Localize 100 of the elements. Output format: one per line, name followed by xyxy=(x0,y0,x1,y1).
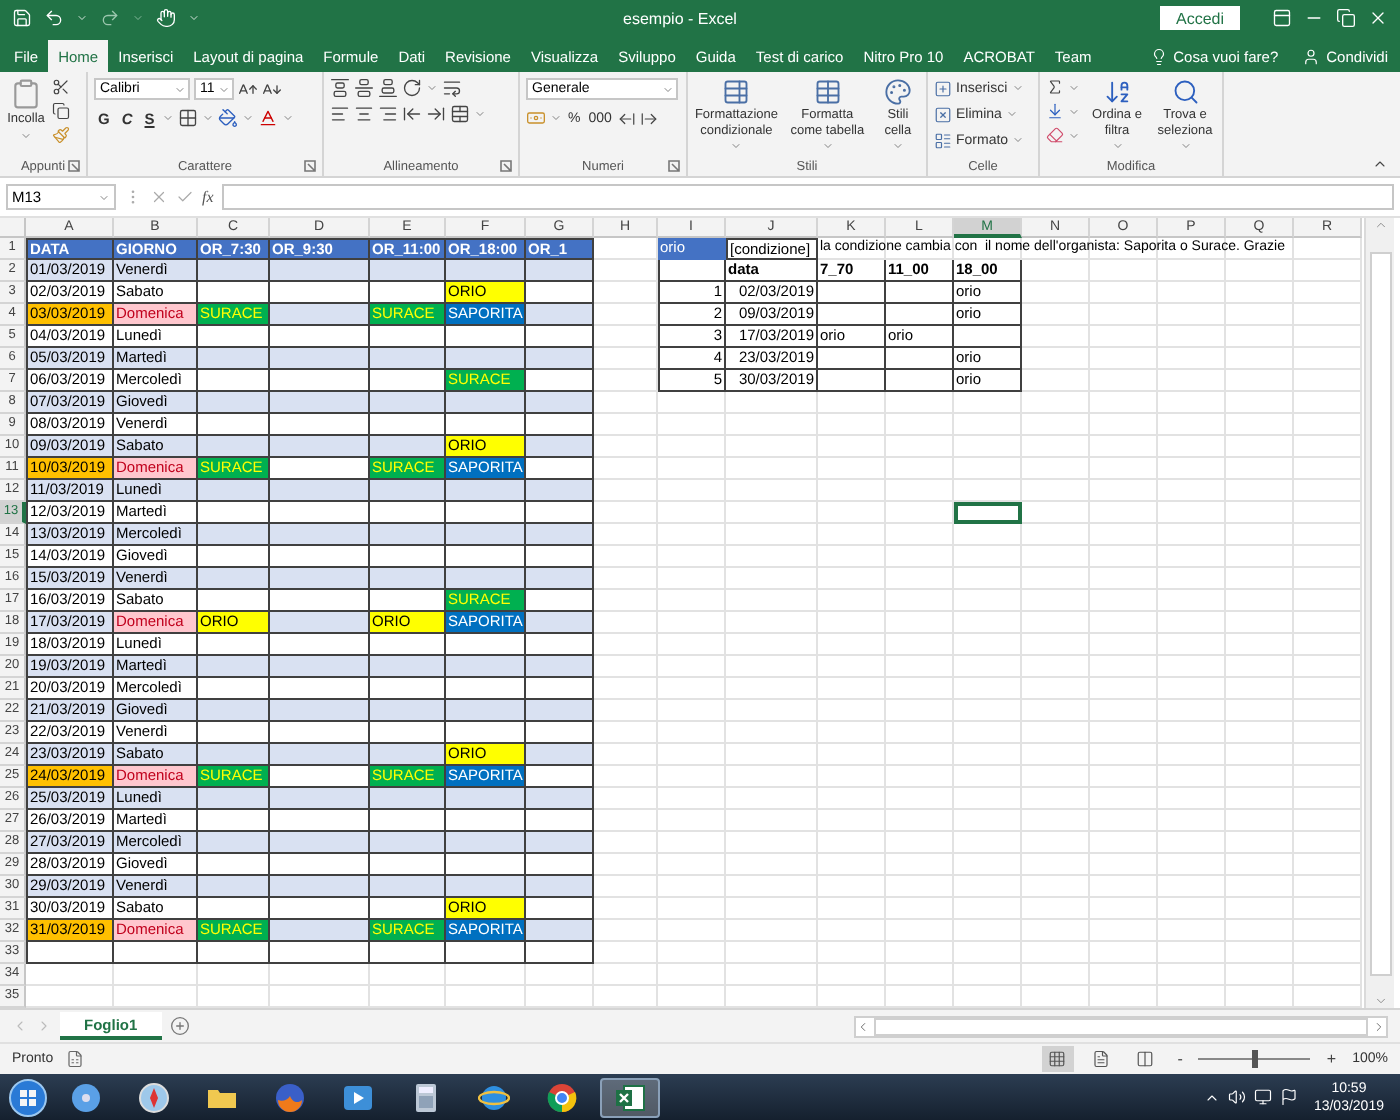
indent-icon[interactable] xyxy=(426,104,446,124)
search-icon[interactable] xyxy=(1171,78,1199,106)
decimal-decrease-icon[interactable] xyxy=(639,109,658,127)
table-cell xyxy=(446,524,526,546)
conditional-format-icon[interactable] xyxy=(722,78,751,106)
table-cell xyxy=(886,370,954,392)
formula-field[interactable] xyxy=(221,184,1394,210)
dialog-launcher-icon[interactable] xyxy=(668,159,680,171)
table-cell xyxy=(818,282,886,304)
merge-icon[interactable] xyxy=(450,104,470,124)
table-cell xyxy=(198,700,270,722)
zoom-thumb[interactable] xyxy=(1251,1050,1258,1068)
table-cell xyxy=(526,260,594,282)
calculator-icon xyxy=(410,1081,442,1113)
collapse-ribbon-icon[interactable] xyxy=(1372,156,1388,172)
insert-function-button[interactable]: fx xyxy=(202,188,214,206)
spreadsheet-icon xyxy=(614,1081,646,1113)
font-grow-icon[interactable] xyxy=(238,79,258,99)
align-right-icon[interactable] xyxy=(378,104,398,124)
decimal-increase-icon[interactable] xyxy=(617,109,636,127)
close-icon[interactable] xyxy=(1368,8,1388,28)
orientation-icon[interactable] xyxy=(402,78,422,98)
table-cell xyxy=(526,480,594,502)
table-cell xyxy=(370,832,446,854)
table-cell xyxy=(370,568,446,590)
sign-in-button[interactable]: Accedi xyxy=(1159,6,1240,30)
fill-down-icon[interactable] xyxy=(1046,102,1064,120)
user-icon[interactable] xyxy=(1302,47,1321,65)
network-icon[interactable] xyxy=(1253,1088,1272,1106)
table-cell xyxy=(446,832,526,854)
scroll-right-icon[interactable] xyxy=(1372,1019,1386,1033)
sum-icon[interactable] xyxy=(1046,78,1064,96)
palette-icon[interactable] xyxy=(883,78,912,106)
table-cell xyxy=(526,700,594,722)
start-button[interactable] xyxy=(8,1077,48,1117)
table-icon[interactable] xyxy=(813,78,842,106)
align-bottom-icon[interactable] xyxy=(378,78,398,98)
align-top-icon[interactable] xyxy=(330,78,350,98)
borders-icon[interactable] xyxy=(178,108,199,128)
browser-icon xyxy=(546,1081,578,1113)
table-cell xyxy=(370,348,446,370)
page-icon xyxy=(1092,1050,1111,1068)
table-cell xyxy=(270,832,370,854)
lightbulb-icon[interactable] xyxy=(1149,47,1168,65)
touch-mode-icon[interactable] xyxy=(156,8,176,28)
scroll-left-icon[interactable] xyxy=(856,1019,870,1033)
zoom-in-button[interactable]: + xyxy=(1322,1050,1341,1068)
dialog-launcher-icon[interactable] xyxy=(500,159,512,171)
paintbrush-icon[interactable] xyxy=(52,126,70,144)
table-cell xyxy=(526,788,594,810)
dialog-launcher-icon[interactable] xyxy=(68,159,80,171)
dialog-launcher-icon[interactable] xyxy=(304,159,316,171)
table-cell xyxy=(370,524,446,546)
font-shrink-icon[interactable] xyxy=(262,79,282,99)
add-sheet-icon[interactable] xyxy=(169,1016,190,1036)
restore-icon[interactable] xyxy=(1336,8,1356,28)
table-cell xyxy=(270,260,370,282)
scissors-icon[interactable] xyxy=(52,78,70,96)
table-cell xyxy=(270,524,370,546)
undo-icon[interactable] xyxy=(44,8,64,28)
table-cell xyxy=(886,282,954,304)
fill-color-icon[interactable] xyxy=(218,108,239,128)
speaker-icon[interactable] xyxy=(1227,1088,1246,1106)
table-cell xyxy=(370,788,446,810)
redo-icon[interactable] xyxy=(100,8,120,28)
table-cell xyxy=(370,480,446,502)
align-center-icon[interactable] xyxy=(354,104,374,124)
align-left-icon[interactable] xyxy=(330,104,350,124)
eraser-icon[interactable] xyxy=(1046,126,1064,144)
taskbar-button[interactable] xyxy=(600,1077,660,1117)
sort-icon[interactable] xyxy=(1103,78,1131,106)
zoom-out-button[interactable]: - xyxy=(1173,1050,1187,1068)
font-color-icon[interactable] xyxy=(258,108,279,128)
macro-icon[interactable] xyxy=(65,1050,84,1068)
delete-icon[interactable] xyxy=(934,105,952,123)
globe-icon xyxy=(478,1081,510,1113)
table-cell xyxy=(818,370,886,392)
wrap-text-icon[interactable] xyxy=(442,78,462,98)
ribbon-options-icon[interactable] xyxy=(1272,8,1292,28)
table-cell xyxy=(114,942,198,964)
table-cell xyxy=(526,832,594,854)
table-cell xyxy=(526,612,594,634)
currency-icon[interactable] xyxy=(526,108,546,128)
table-cell xyxy=(526,942,594,964)
align-middle-icon[interactable] xyxy=(354,78,374,98)
table-cell xyxy=(370,942,446,964)
table-cell xyxy=(270,304,370,326)
selected-cell[interactable] xyxy=(954,502,1022,524)
flag-icon[interactable] xyxy=(1279,1088,1298,1106)
copy-icon[interactable] xyxy=(52,102,70,120)
table-cell xyxy=(446,480,526,502)
table-cell xyxy=(370,260,446,282)
save-icon[interactable] xyxy=(12,8,32,28)
outdent-icon[interactable] xyxy=(402,104,422,124)
normal-view-button[interactable] xyxy=(1041,1046,1074,1072)
format-icon[interactable] xyxy=(934,131,952,149)
clipboard-icon[interactable] xyxy=(10,78,42,110)
table-cell xyxy=(270,788,370,810)
insert-icon[interactable] xyxy=(934,79,952,97)
horizontal-scrollbar[interactable] xyxy=(854,1015,1388,1037)
